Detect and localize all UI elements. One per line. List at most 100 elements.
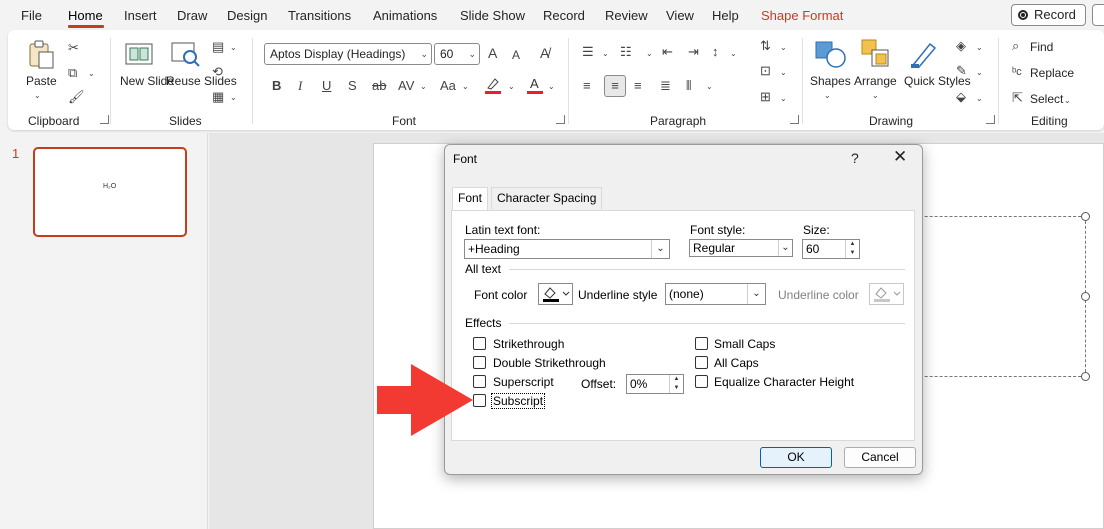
font-launcher-icon[interactable]: [556, 115, 565, 124]
cancel-button[interactable]: Cancel: [844, 447, 916, 468]
menu-transitions[interactable]: Transitions: [288, 8, 351, 23]
spin-down-icon[interactable]: ▼: [670, 384, 683, 393]
share-button[interactable]: [1092, 4, 1104, 26]
chevron-down-icon[interactable]: ⌄: [730, 46, 737, 62]
select-icon[interactable]: ⇱: [1012, 90, 1023, 106]
size-field[interactable]: 60 ▲ ▼: [802, 239, 860, 259]
smartart-icon[interactable]: ⊞: [760, 89, 771, 105]
strikethrough-icon[interactable]: ab: [372, 78, 386, 94]
chevron-down-icon[interactable]: ⌄: [602, 46, 609, 62]
resize-handle[interactable]: [1081, 212, 1090, 221]
offset-spinner[interactable]: ▲ ▼: [669, 375, 683, 393]
layout-dropdown-icon[interactable]: ⌄: [230, 40, 237, 56]
double-strikethrough-checkbox[interactable]: [473, 356, 486, 369]
clipboard-launcher-icon[interactable]: [100, 115, 109, 124]
menu-home[interactable]: Home: [68, 8, 103, 23]
underline-color-picker[interactable]: [869, 283, 904, 305]
paste-icon[interactable]: [27, 40, 55, 70]
shape-outline-icon[interactable]: ✎: [956, 63, 967, 79]
menu-insert[interactable]: Insert: [124, 8, 157, 23]
chevron-down-icon[interactable]: ⌄: [1064, 93, 1071, 109]
chevron-down-icon[interactable]: ⌄: [976, 65, 983, 81]
font-color-icon[interactable]: A: [526, 76, 544, 94]
align-text-icon[interactable]: ⊡: [760, 63, 771, 79]
find-button[interactable]: Find: [1030, 40, 1053, 55]
cut-icon[interactable]: ✂: [68, 40, 79, 56]
clear-formatting-icon[interactable]: A̸: [540, 45, 549, 61]
menu-file[interactable]: File: [21, 8, 42, 23]
decrease-font-icon[interactable]: A: [512, 47, 520, 63]
shadow-icon[interactable]: S: [348, 78, 357, 94]
numbering-icon[interactable]: ☷: [620, 44, 632, 60]
ok-button[interactable]: OK: [760, 447, 832, 468]
copy-dropdown-icon[interactable]: ⌄: [88, 66, 95, 82]
increase-font-icon[interactable]: A: [488, 45, 497, 61]
menu-review[interactable]: Review: [605, 8, 648, 23]
bullets-icon[interactable]: ☰: [582, 44, 594, 60]
help-icon[interactable]: ?: [851, 150, 859, 166]
highlight-icon[interactable]: [484, 76, 502, 94]
align-right-icon[interactable]: ≡: [634, 78, 642, 94]
underline-icon[interactable]: U: [322, 78, 331, 94]
copy-icon[interactable]: ⧉: [68, 65, 77, 81]
latin-font-combo[interactable]: +Heading ⌄: [464, 239, 670, 259]
chevron-down-icon[interactable]: ⌄: [780, 40, 787, 56]
arrange-icon[interactable]: [860, 38, 892, 70]
superscript-checkbox[interactable]: [473, 375, 486, 388]
drawing-launcher-icon[interactable]: [986, 115, 995, 124]
menu-animations[interactable]: Animations: [373, 8, 437, 23]
shape-fill-icon[interactable]: ◈: [956, 38, 966, 54]
close-icon[interactable]: ✕: [893, 147, 907, 167]
increase-indent-icon[interactable]: ⇥: [688, 44, 699, 60]
spin-up-icon[interactable]: ▲: [670, 375, 683, 384]
align-left-icon[interactable]: ≡: [583, 78, 591, 94]
paragraph-launcher-icon[interactable]: [790, 115, 799, 124]
decrease-indent-icon[interactable]: ⇤: [662, 44, 673, 60]
font-style-combo[interactable]: Regular ⌄: [689, 239, 793, 257]
section-dropdown-icon[interactable]: ⌄: [230, 90, 237, 106]
selected-textbox[interactable]: [900, 216, 1086, 377]
size-spinner[interactable]: ▲ ▼: [845, 240, 859, 258]
shape-effects-icon[interactable]: ⬙: [956, 89, 966, 105]
select-button[interactable]: Select: [1030, 92, 1063, 107]
equalize-height-checkbox[interactable]: [695, 375, 708, 388]
spin-down-icon[interactable]: ▼: [846, 249, 859, 258]
replace-icon[interactable]: ᵇc: [1012, 64, 1022, 80]
chevron-down-icon[interactable]: ⌄: [780, 65, 787, 81]
menu-help[interactable]: Help: [712, 8, 739, 23]
paste-dropdown-icon[interactable]: ⌄: [34, 88, 41, 104]
offset-field[interactable]: 0% ▲ ▼: [626, 374, 684, 394]
columns-icon[interactable]: ⫴: [686, 78, 691, 94]
chevron-down-icon[interactable]: ⌄: [462, 79, 469, 95]
underline-style-combo[interactable]: (none) ⌄: [665, 283, 766, 305]
menu-shape-format[interactable]: Shape Format: [761, 8, 843, 23]
character-spacing-icon[interactable]: AV: [398, 78, 414, 94]
menu-view[interactable]: View: [666, 8, 694, 23]
quick-styles-icon[interactable]: [908, 38, 940, 70]
layout-icon[interactable]: ▤: [212, 39, 224, 55]
menu-slide-show[interactable]: Slide Show: [460, 8, 525, 23]
font-name-combo[interactable]: Aptos Display (Headings) ⌄: [264, 43, 432, 65]
format-painter-icon[interactable]: 🖌: [68, 89, 85, 105]
chevron-down-icon[interactable]: ⌄: [508, 79, 515, 95]
line-spacing-icon[interactable]: ↕: [712, 44, 719, 60]
change-case-icon[interactable]: Aa: [440, 78, 456, 94]
tab-font[interactable]: Font: [452, 187, 489, 211]
chevron-down-icon[interactable]: ⌄: [646, 46, 653, 62]
strikethrough-checkbox[interactable]: [473, 337, 486, 350]
menu-draw[interactable]: Draw: [177, 8, 207, 23]
chevron-down-icon[interactable]: ⌄: [872, 88, 879, 104]
tab-character-spacing[interactable]: Character Spacing: [491, 187, 603, 209]
chevron-down-icon[interactable]: ⌄: [548, 79, 555, 95]
chevron-down-icon[interactable]: ⌄: [824, 88, 831, 104]
spin-up-icon[interactable]: ▲: [846, 240, 859, 249]
font-color-picker[interactable]: [538, 283, 573, 305]
record-button[interactable]: Record: [1011, 4, 1086, 26]
resize-handle[interactable]: [1081, 292, 1090, 301]
slide-thumbnail[interactable]: H₂O: [33, 147, 187, 237]
chevron-down-icon[interactable]: ⌄: [780, 91, 787, 107]
italic-icon[interactable]: I: [298, 78, 302, 94]
shapes-icon[interactable]: [814, 38, 846, 70]
font-size-combo[interactable]: 60 ⌄: [434, 43, 480, 65]
align-center-icon[interactable]: ≡: [604, 75, 626, 97]
